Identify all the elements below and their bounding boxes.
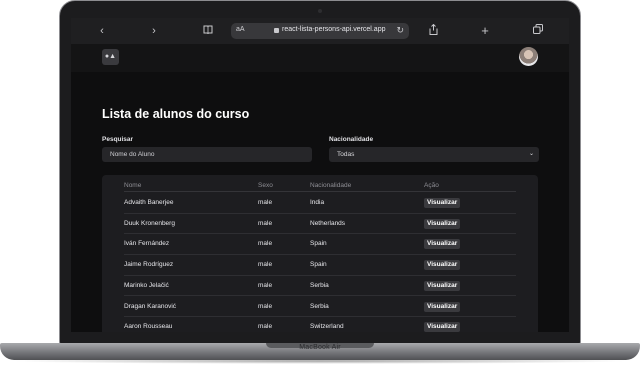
view-button[interactable]: Visualizar (424, 260, 461, 271)
lock-icon (274, 28, 279, 33)
forward-icon[interactable]: › (147, 24, 161, 38)
nationality-selected: Todas (337, 151, 355, 158)
header-action: Ação (424, 182, 439, 189)
table-row: Dragan Karanović male Serbia Visualizar (124, 297, 516, 318)
cell-name: Duuk Kronenberg (124, 219, 175, 227)
cell-nationality: Serbia (310, 281, 329, 289)
plus-icon[interactable]: + (478, 24, 492, 38)
view-button[interactable]: Visualizar (424, 280, 461, 291)
search-input[interactable] (110, 151, 312, 158)
back-icon[interactable]: ‹ (95, 24, 109, 38)
chevron-down-icon: ⌄ (528, 151, 534, 157)
cell-sex: male (258, 240, 273, 248)
table-row: Marinko Jelačić male Serbia Visualizar (124, 276, 516, 297)
cell-sex: male (258, 281, 273, 289)
cell-name: Advaith Banerjee (124, 199, 174, 206)
cell-name: Iván Fernández (124, 240, 170, 248)
cell-nationality: Netherlands (310, 219, 346, 227)
text-size-button[interactable]: aA (236, 26, 245, 33)
search-label: Pesquisar (102, 136, 134, 143)
search-field[interactable] (102, 147, 312, 162)
view-button[interactable]: Visualizar (424, 198, 461, 208)
header-name: Nome (124, 182, 142, 189)
table-row: Iván Fernández male Spain Visualizar (124, 234, 516, 256)
nationality-select[interactable]: Todas ⌄ (329, 147, 539, 162)
table-row: Advaith Banerjee male India Visualizar (124, 193, 516, 214)
address-text: react-lista-persons-api.vercel.app (282, 26, 386, 33)
table-row: Aaron Rousseau male Switzerland Visualizar (124, 317, 516, 332)
share-icon[interactable] (426, 23, 440, 38)
table-row: Jaime Rodríguez male Spain Visualizar (124, 255, 516, 276)
header-sex: Sexo (258, 182, 273, 189)
view-button[interactable]: Visualizar (424, 239, 461, 250)
cell-nationality: Spain (310, 261, 327, 269)
camera-icon (318, 9, 322, 13)
table-header: Nome Sexo Nacionalidade Ação (124, 182, 516, 192)
app-header: ●▲ (71, 44, 569, 72)
cell-nationality: Serbia (310, 302, 329, 310)
page-title: Lista de alunos do curso (102, 107, 250, 121)
header-nationality: Nacionalidade (310, 182, 352, 189)
cell-name: Marinko Jelačić (124, 281, 169, 289)
screen: ‹ › aA react-lista-persons-api.vercel.ap… (71, 18, 569, 332)
cell-sex: male (258, 219, 273, 227)
cell-name: Aaron Rousseau (124, 323, 173, 331)
students-table: Nome Sexo Nacionalidade Ação Advaith Ban… (102, 175, 538, 332)
cell-nationality: Spain (310, 240, 327, 248)
cell-nationality: Switzerland (310, 323, 344, 331)
cell-nationality: India (310, 199, 325, 206)
device-label: MacBook Air (299, 344, 341, 351)
cell-sex: male (258, 261, 273, 269)
tabs-icon[interactable] (531, 24, 545, 38)
browser-toolbar: ‹ › aA react-lista-persons-api.vercel.ap… (71, 18, 569, 44)
cell-name: Dragan Karanović (124, 302, 177, 310)
reload-icon[interactable]: ↻ (396, 25, 404, 36)
cell-sex: male (258, 323, 273, 331)
nationality-label: Nacionalidade (329, 136, 374, 143)
view-button[interactable]: Visualizar (424, 301, 461, 312)
table-row: Duuk Kronenberg male Netherlands Visualizar (124, 214, 516, 235)
view-button[interactable]: Visualizar (424, 218, 461, 229)
book-icon[interactable] (201, 24, 215, 38)
view-button[interactable]: Visualizar (424, 322, 461, 332)
address-bar[interactable]: aA react-lista-persons-api.vercel.app ↻ (231, 23, 409, 39)
cell-sex: male (258, 199, 273, 206)
cell-name: Jaime Rodríguez (124, 261, 174, 269)
app-logo-icon[interactable]: ●▲ (102, 49, 119, 65)
cell-sex: male (258, 302, 273, 310)
avatar[interactable] (519, 47, 538, 66)
